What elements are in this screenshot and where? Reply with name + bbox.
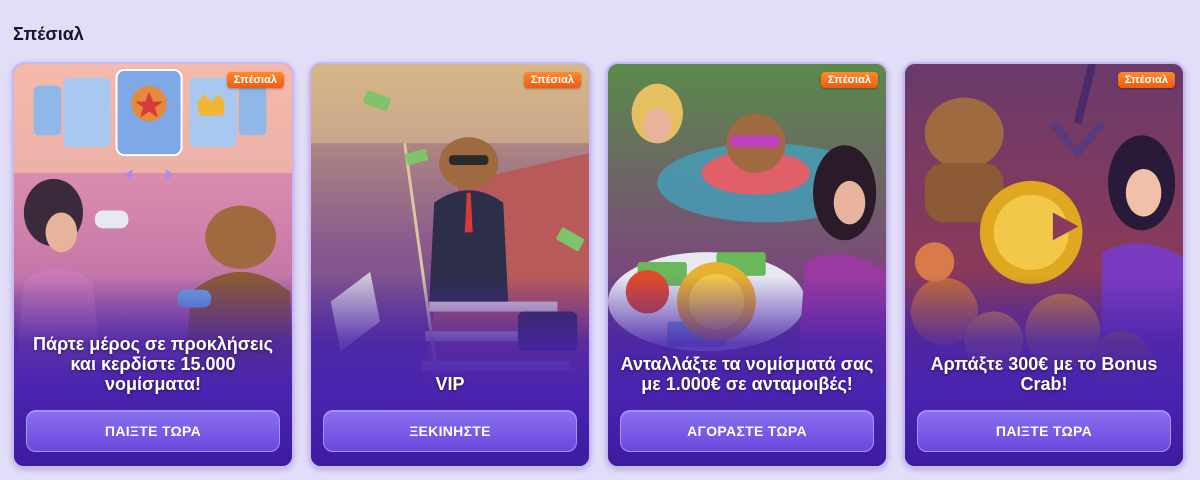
card-description: Αρπάξτε 300€ με το Bonus Crab!: [930, 354, 1158, 394]
specials-section: Σπέσιαλ Σπέσιαλ Πάρτε μέρος σε προκλήσει…: [0, 0, 1200, 480]
special-badge: Σπέσιαλ: [820, 72, 878, 88]
promo-card-bonus-crab[interactable]: Σπέσιαλ Αρπάξτε 300€ με το Bonus Crab! Π…: [903, 62, 1185, 468]
play-now-button[interactable]: ΠΑΙΞΤΕ ΤΩΡΑ: [917, 410, 1171, 452]
special-badge: Σπέσιαλ: [1117, 72, 1175, 88]
card-description: VIP: [435, 374, 465, 394]
promo-card-vip[interactable]: Σπέσιαλ VIP ΞΕΚΙΝΗΣΤΕ: [309, 62, 591, 468]
section-title: Σπέσιαλ: [13, 24, 84, 44]
promo-card-exchange[interactable]: Σπέσιαλ Ανταλλάξτε τα νομίσματά σας με 1…: [606, 62, 888, 468]
promo-card-challenges[interactable]: Σπέσιαλ Πάρτε μέρος σε προκλήσεις και κε…: [12, 62, 294, 468]
card-description: Ανταλλάξτε τα νομίσματά σας με 1.000€ σε…: [620, 354, 874, 394]
play-now-button[interactable]: ΠΑΙΞΤΕ ΤΩΡΑ: [26, 410, 280, 452]
special-badge: Σπέσιαλ: [523, 72, 581, 88]
special-badge: Σπέσιαλ: [226, 72, 284, 88]
buy-now-button[interactable]: ΑΓΟΡΑΣΤΕ ΤΩΡΑ: [620, 410, 874, 452]
cards-row: Σπέσιαλ Πάρτε μέρος σε προκλήσεις και κε…: [12, 62, 1185, 468]
get-started-button[interactable]: ΞΕΚΙΝΗΣΤΕ: [323, 410, 577, 452]
card-description: Πάρτε μέρος σε προκλήσεις και κερδίστε 1…: [33, 334, 273, 394]
